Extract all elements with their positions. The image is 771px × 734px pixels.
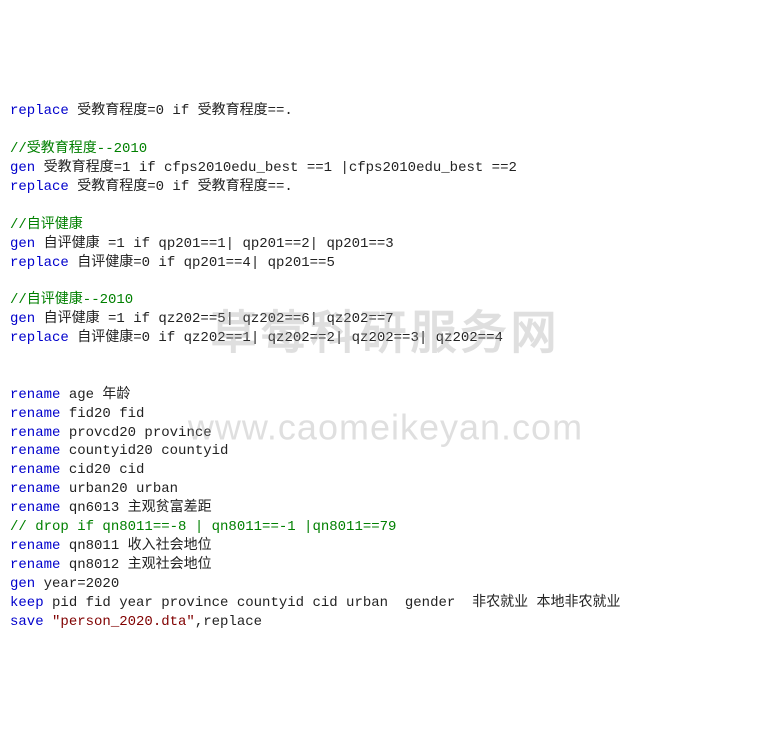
code-text: year=2020	[35, 576, 119, 592]
keyword-rename: rename	[10, 538, 60, 554]
code-block: replace 受教育程度=0 if 受教育程度==. //受教育程度--201…	[10, 102, 761, 631]
code-text: fid20 fid	[60, 406, 144, 422]
comment: //自评健康--2010	[10, 292, 133, 308]
keyword-keep: keep	[10, 595, 44, 611]
code-text: age 年龄	[60, 387, 130, 403]
code-text: 自评健康=0 if qp201==4| qp201==5	[69, 255, 335, 271]
keyword-gen: gen	[10, 576, 35, 592]
string-literal: "person_2020.dta"	[44, 614, 195, 630]
keyword-gen: gen	[10, 236, 35, 252]
keyword-replace: replace	[10, 330, 69, 346]
comment: //自评健康	[10, 217, 83, 233]
keyword-rename: rename	[10, 557, 60, 573]
keyword-replace: replace	[10, 255, 69, 271]
keyword-rename: rename	[10, 481, 60, 497]
code-text: ,replace	[195, 614, 262, 630]
keyword-rename: rename	[10, 406, 60, 422]
code-text: 自评健康 =1 if qz202==5| qz202==6| qz202==7	[35, 311, 393, 327]
code-text: cid20 cid	[60, 462, 144, 478]
keyword-replace: replace	[10, 179, 69, 195]
keyword-rename: rename	[10, 425, 60, 441]
keyword-replace: replace	[10, 103, 69, 119]
code-text: countyid20 countyid	[60, 443, 228, 459]
keyword-rename: rename	[10, 387, 60, 403]
code-text: qn8011 收入社会地位	[60, 538, 211, 554]
code-text: provcd20 province	[60, 425, 211, 441]
keyword-rename: rename	[10, 462, 60, 478]
comment: // drop if qn8011==-8 | qn8011==-1 |qn80…	[10, 519, 396, 535]
comment: //受教育程度--2010	[10, 141, 147, 157]
code-text: 受教育程度=0 if 受教育程度==.	[69, 103, 293, 119]
code-text: qn8012 主观社会地位	[60, 557, 211, 573]
code-text: qn6013 主观贫富差距	[60, 500, 211, 516]
code-text: pid fid year province countyid cid urban…	[44, 595, 621, 611]
code-text: 自评健康=0 if qz202==1| qz202==2| qz202==3| …	[69, 330, 503, 346]
keyword-rename: rename	[10, 443, 60, 459]
keyword-gen: gen	[10, 311, 35, 327]
code-text: 受教育程度=0 if 受教育程度==.	[69, 179, 293, 195]
keyword-save: save	[10, 614, 44, 630]
keyword-gen: gen	[10, 160, 35, 176]
code-text: 自评健康 =1 if qp201==1| qp201==2| qp201==3	[35, 236, 393, 252]
keyword-rename: rename	[10, 500, 60, 516]
code-text: 受教育程度=1 if cfps2010edu_best ==1 |cfps201…	[35, 160, 517, 176]
code-text: urban20 urban	[60, 481, 178, 497]
